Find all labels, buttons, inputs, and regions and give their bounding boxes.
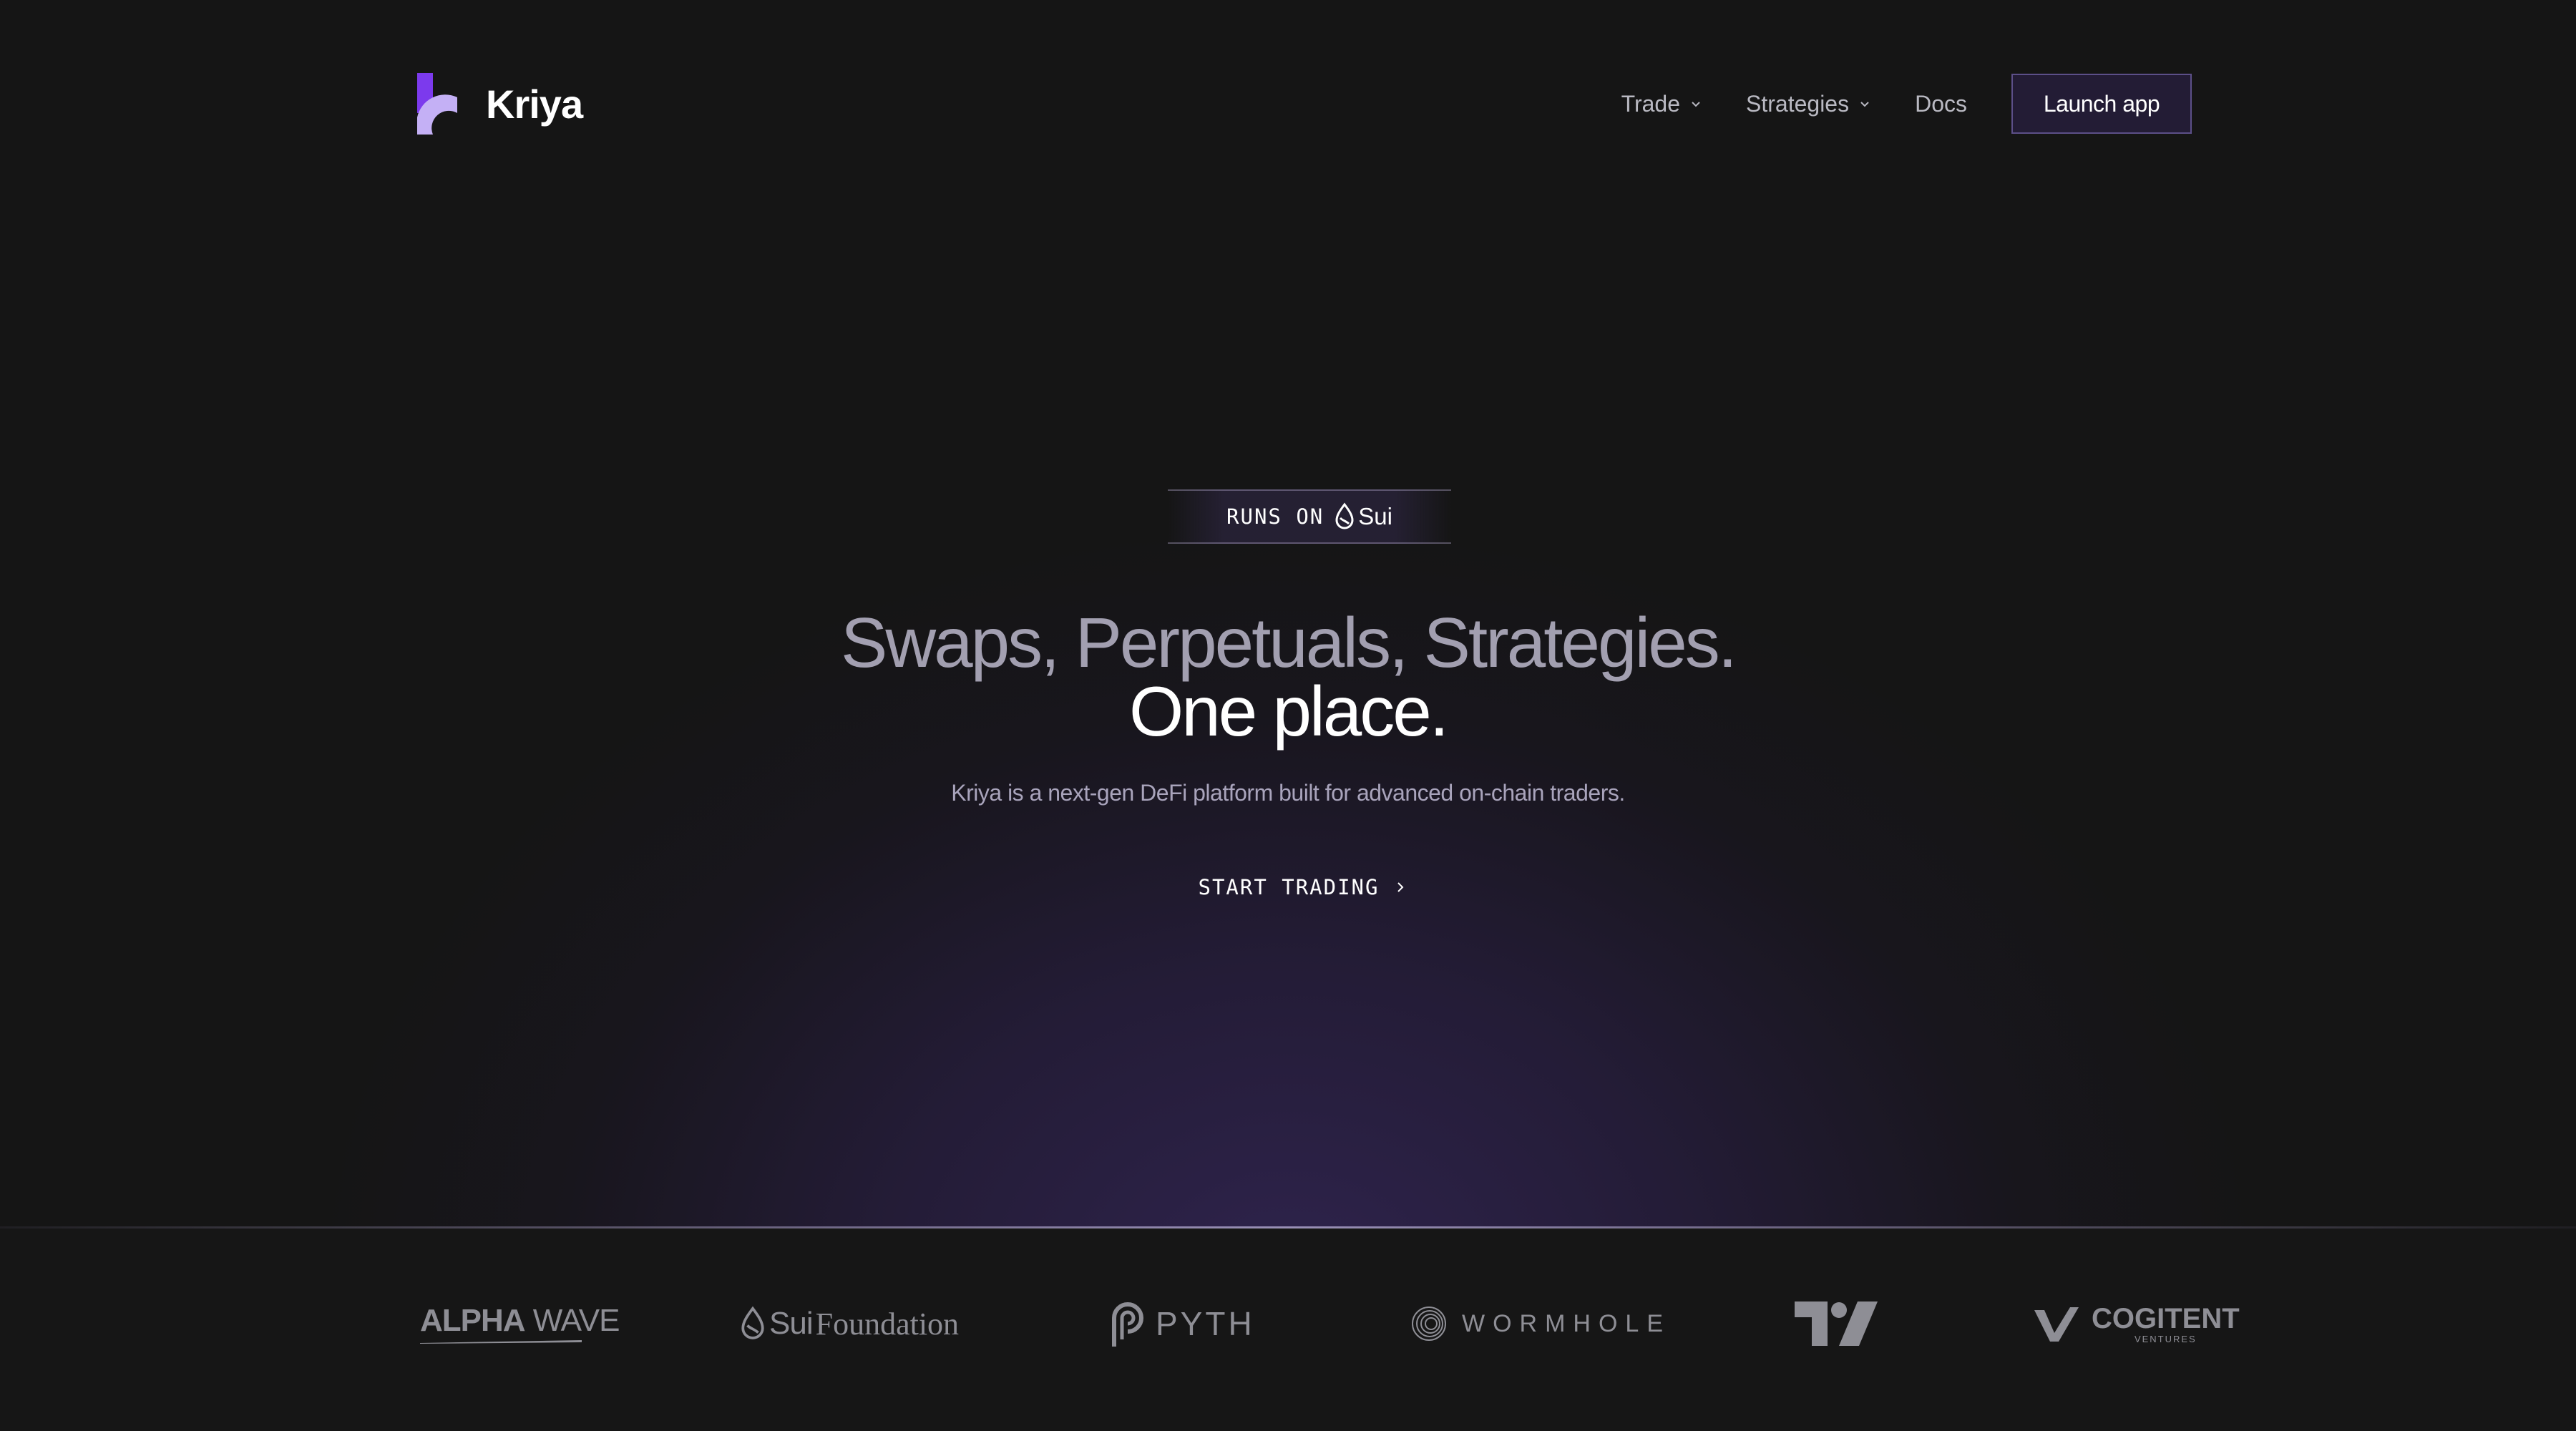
- alpha-wave-underline: [420, 1339, 582, 1344]
- pyth-logo: PYTH: [1110, 1288, 1255, 1359]
- pyth-wordmark: PYTH: [1156, 1305, 1255, 1342]
- partner-logos: ALPHA WAVE Sui Foundation PYTH WORMHOLE: [417, 1288, 2240, 1359]
- alpha-wave-wordmark: ALPHA WAVE: [420, 1302, 620, 1338]
- tradingview-logo: [1795, 1288, 1878, 1359]
- nav-docs-label: Docs: [1915, 90, 1967, 117]
- chevron-right-icon: [1397, 882, 1404, 892]
- nav-docs[interactable]: Docs: [1915, 91, 1967, 117]
- nav-links: Trade Strategies Docs Launch app: [1621, 72, 2192, 136]
- hero-subtitle: Kriya is a next-gen DeFi platform built …: [951, 780, 1625, 806]
- sui-foundation-text: Foundation: [815, 1306, 960, 1342]
- cogitent-sub: VENTURES: [2134, 1333, 2197, 1344]
- chevron-down-icon: [1692, 102, 1700, 107]
- pyth-icon: [1112, 1302, 1143, 1347]
- badge-prefix: RUNS ON: [1226, 504, 1324, 529]
- start-trading-label: START TRADING: [1198, 875, 1380, 899]
- cogitent-icon: [2034, 1307, 2079, 1342]
- runs-on-sui-badge: RUNS ON Sui: [1168, 489, 1451, 544]
- cogitent-name: COGITENT: [2092, 1302, 2240, 1334]
- start-trading-button[interactable]: START TRADING: [1188, 866, 1417, 909]
- headline-line-2: One place.: [1129, 672, 1449, 751]
- launch-app-button[interactable]: Launch app: [2011, 74, 2192, 134]
- sui-foundation-logo: Sui Foundation: [739, 1288, 959, 1359]
- nav-strategies-label: Strategies: [1746, 90, 1850, 117]
- chevron-down-icon: [1860, 102, 1869, 107]
- alpha-wave-logo: ALPHA WAVE: [420, 1288, 620, 1359]
- kriya-logo-icon: [417, 73, 460, 135]
- sui-foundation-sui: Sui: [769, 1306, 814, 1341]
- brand-logo[interactable]: Kriya: [417, 72, 583, 136]
- nav-trade-label: Trade: [1621, 90, 1681, 117]
- nav-trade[interactable]: Trade: [1621, 91, 1702, 117]
- top-navbar: Kriya Trade Strategies Docs Launch app: [417, 72, 2192, 136]
- wormhole-logo: WORMHOLE: [1410, 1288, 1671, 1359]
- sui-drop-icon: [741, 1306, 764, 1339]
- sui-name: Sui: [1358, 503, 1392, 529]
- alpha-wave-light: WAVE: [525, 1302, 620, 1338]
- cogitent-logo: COGITENT VENTURES: [2034, 1288, 2240, 1359]
- sui-brand: Sui: [1334, 502, 1392, 531]
- alpha-wave-bold: ALPHA: [420, 1302, 526, 1338]
- brand-name: Kriya: [486, 81, 583, 127]
- cogitent-wordmark: COGITENT VENTURES: [2092, 1304, 2240, 1344]
- tradingview-icon: [1795, 1301, 1878, 1346]
- wormhole-icon: [1412, 1307, 1446, 1341]
- sui-drop-icon: [1335, 502, 1354, 529]
- nav-strategies[interactable]: Strategies: [1746, 91, 1870, 117]
- wormhole-wordmark: WORMHOLE: [1462, 1309, 1671, 1337]
